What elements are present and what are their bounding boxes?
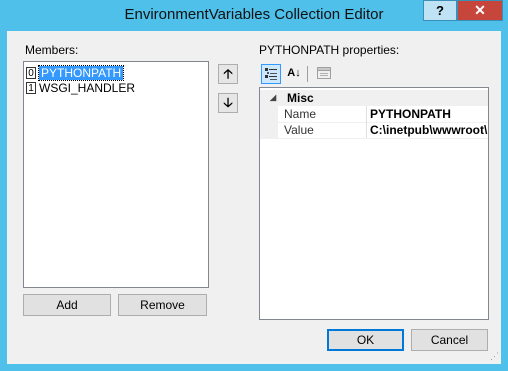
remove-button[interactable]: Remove	[118, 294, 207, 316]
cancel-button[interactable]: Cancel	[411, 329, 488, 351]
item-label: WSGI_HANDLER	[39, 80, 136, 95]
alphabetical-icon: A↓	[287, 67, 301, 79]
arrow-down-icon: 🡣	[223, 95, 233, 110]
dialog-client-area: Members: 0 PYTHONPATH 1 WSGI_HANDLER 🡡 🡣 A…	[7, 31, 501, 364]
row-margin	[260, 106, 278, 122]
row-margin	[260, 122, 278, 138]
category-label: Misc	[287, 91, 314, 105]
move-down-button[interactable]: 🡣	[218, 93, 238, 113]
item-index: 1	[26, 81, 36, 94]
close-button[interactable]: ✕	[457, 0, 503, 21]
property-row-value[interactable]: Value C:\inetpub\wwwroot\	[260, 122, 488, 139]
ok-button[interactable]: OK	[327, 329, 404, 351]
item-index: 0	[26, 66, 36, 79]
title-bar[interactable]: EnvironmentVariables Collection Editor ?…	[0, 0, 508, 30]
property-row-name[interactable]: Name PYTHONPATH	[260, 106, 488, 123]
property-grid[interactable]: ◢ Misc Name PYTHONPATH Value C:\inetpub\…	[259, 87, 489, 320]
properties-label: PYTHONPATH properties:	[259, 43, 400, 57]
collapse-icon[interactable]: ◢	[270, 90, 276, 106]
property-pages-icon	[317, 67, 331, 79]
alphabetical-button[interactable]: A↓	[284, 64, 304, 84]
property-value[interactable]: PYTHONPATH	[370, 106, 488, 122]
property-name: Name	[284, 107, 317, 121]
property-grid-toolbar: A↓	[259, 63, 489, 85]
categorized-icon	[265, 68, 277, 80]
members-label: Members:	[25, 43, 79, 57]
list-item[interactable]: 0 PYTHONPATH	[26, 64, 206, 81]
column-divider[interactable]	[366, 106, 367, 122]
property-pages-button[interactable]	[314, 64, 334, 84]
help-button[interactable]: ?	[423, 0, 457, 21]
toolbar-separator	[307, 66, 308, 82]
close-icon: ✕	[474, 2, 486, 18]
property-name: Value	[284, 123, 314, 137]
collection-editor-window: EnvironmentVariables Collection Editor ?…	[0, 0, 508, 371]
category-row-misc[interactable]: ◢ Misc	[260, 90, 488, 106]
resize-grip-icon[interactable]: ⋰	[490, 351, 499, 362]
move-up-button[interactable]: 🡡	[218, 64, 238, 84]
item-label: PYTHONPATH	[37, 64, 125, 81]
categorized-button[interactable]	[261, 64, 281, 84]
add-button[interactable]: Add	[23, 294, 111, 316]
property-value[interactable]: C:\inetpub\wwwroot\	[370, 122, 488, 138]
arrow-up-icon: 🡡	[223, 66, 233, 81]
members-list[interactable]: 0 PYTHONPATH 1 WSGI_HANDLER	[23, 61, 209, 288]
list-item[interactable]: 1 WSGI_HANDLER	[26, 80, 206, 95]
column-divider[interactable]	[366, 122, 367, 138]
